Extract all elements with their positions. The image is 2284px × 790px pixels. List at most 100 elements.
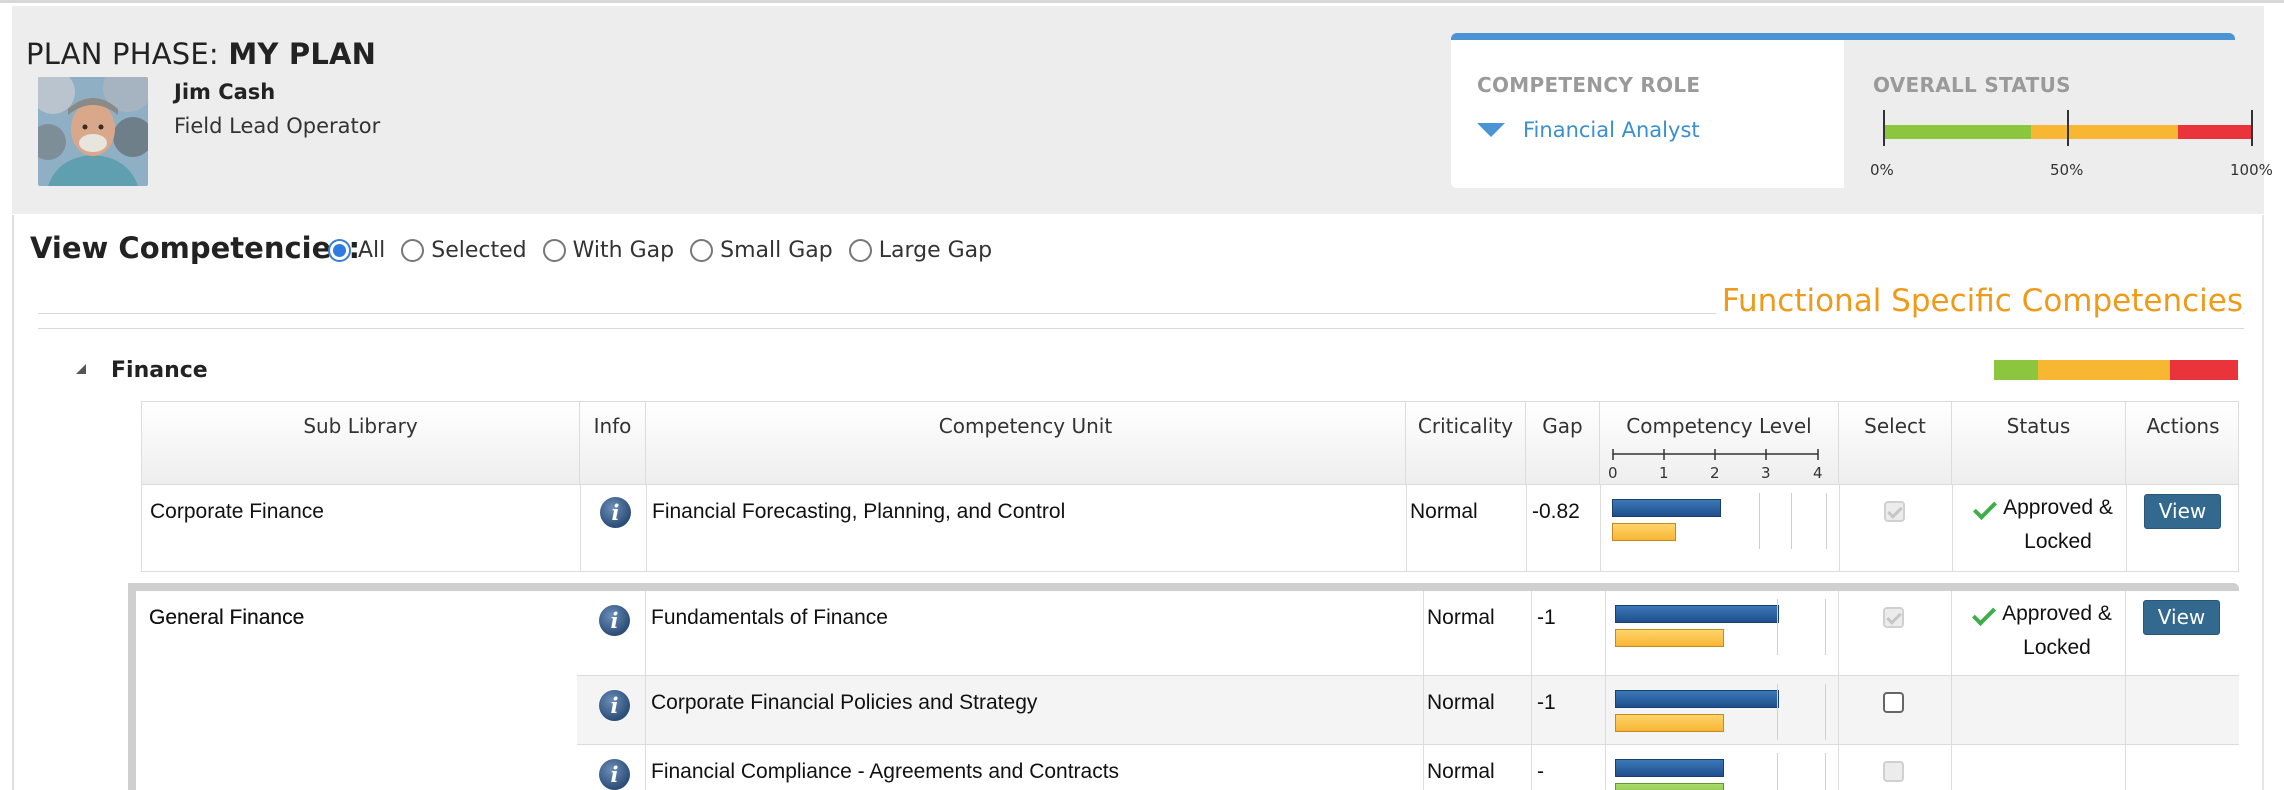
competency-unit-cell: Corporate Financial Policies and Strateg… <box>651 691 1038 714</box>
competency-role-dropdown[interactable]: Financial Analyst <box>1523 118 1700 142</box>
column-separator <box>646 485 647 571</box>
column-separator <box>1600 485 1601 571</box>
filter-with-gap-label: With Gap <box>572 237 675 263</box>
status-segment <box>2169 360 2238 380</box>
column-separator <box>1951 676 1952 744</box>
filter-small-gap-label: Small Gap <box>720 237 833 263</box>
sub-library-cell: Corporate Finance <box>150 500 324 523</box>
group-border <box>128 583 136 790</box>
info-icon[interactable]: i <box>599 759 630 790</box>
info-icon[interactable]: i <box>599 605 630 636</box>
filter-all-label: All <box>358 237 386 263</box>
level-gridline <box>1777 753 1778 790</box>
radio-all[interactable] <box>328 238 351 262</box>
tick-100 <box>2251 110 2253 146</box>
tick-label-0: 0% <box>1870 161 1894 179</box>
col-select: Select <box>1839 402 1952 486</box>
top-border <box>0 0 2284 5</box>
info-icon[interactable]: i <box>599 690 630 721</box>
current-level-bar <box>1615 714 1724 732</box>
level-scale <box>1612 449 1819 460</box>
competency-unit-cell: Fundamentals of Finance <box>651 606 888 629</box>
select-checkbox[interactable] <box>1883 692 1904 713</box>
table-row: i Corporate Financial Policies and Strate… <box>577 676 2239 745</box>
filter-large-gap-label: Large Gap <box>878 237 993 263</box>
column-separator <box>1839 485 1840 571</box>
criticality-cell: Normal <box>1410 500 1478 523</box>
chevron-down-icon[interactable] <box>1477 123 1505 137</box>
status-segment <box>2037 360 2170 380</box>
group-status-bar <box>1994 360 2238 380</box>
filter-large-gap[interactable]: Large Gap <box>848 237 993 263</box>
scale-label: 2 <box>1710 464 1720 482</box>
status-text-line2: Locked <box>2023 636 2091 659</box>
gap-cell: - <box>1537 760 1544 783</box>
column-separator <box>1531 676 1532 744</box>
current-level-bar <box>1615 783 1724 790</box>
scale-label: 1 <box>1659 464 1669 482</box>
column-separator <box>1526 485 1527 571</box>
column-separator <box>645 591 646 675</box>
column-separator <box>1605 745 1606 790</box>
col-competency-unit: Competency Unit <box>646 402 1406 486</box>
select-checkbox[interactable] <box>1883 761 1904 782</box>
view-button[interactable]: View <box>2144 494 2221 529</box>
column-separator <box>1531 591 1532 675</box>
table-row: Corporate Finance i Financial Forecasting,… <box>141 485 2239 572</box>
competency-role-label: COMPETENCY ROLE <box>1477 73 1701 97</box>
right-border <box>2262 215 2264 790</box>
column-separator <box>2125 676 2126 744</box>
filter-small-gap[interactable]: Small Gap <box>690 238 833 263</box>
filter-selected[interactable]: Selected <box>401 238 527 263</box>
tick-0 <box>1883 110 1885 146</box>
column-separator <box>1423 591 1424 675</box>
radio-large-gap[interactable] <box>848 238 872 262</box>
required-level-bar <box>1615 759 1724 777</box>
status-segment <box>2178 125 2252 139</box>
col-sub-library: Sub Library <box>142 402 580 486</box>
column-separator <box>2125 591 2126 675</box>
filter-all[interactable]: All <box>328 238 385 263</box>
view-button[interactable]: View <box>2143 600 2220 635</box>
plan-phase-prefix: PLAN PHASE: <box>26 37 229 71</box>
competency-unit-cell: Financial Forecasting, Planning, and Con… <box>652 500 1066 523</box>
column-separator <box>645 745 646 790</box>
sub-library-cell: General Finance <box>149 606 305 629</box>
table-row: General Finance i Fundamentals of Finance N… <box>149 591 2239 676</box>
column-separator <box>1531 745 1532 790</box>
required-level-bar <box>1612 499 1721 517</box>
column-separator <box>1838 676 1839 744</box>
col-info: Info <box>580 402 646 486</box>
plan-page: PLAN PHASE: MY PLAN Jim Cash Field Lead … <box>0 0 2284 790</box>
col-status: Status <box>1952 402 2126 486</box>
radio-with-gap[interactable] <box>542 238 566 262</box>
tick-50 <box>2067 110 2069 146</box>
column-separator <box>1423 745 1424 790</box>
user-name: Jim Cash <box>174 80 276 104</box>
criticality-cell: Normal <box>1427 760 1495 783</box>
select-checkbox[interactable] <box>1884 501 1905 522</box>
criticality-cell: Normal <box>1427 606 1495 629</box>
scale-label: 3 <box>1761 464 1771 482</box>
collapse-toggle-icon[interactable] <box>76 364 86 374</box>
status-segment <box>1884 125 2032 139</box>
overall-status-label: OVERALL STATUS <box>1873 73 2071 97</box>
section-title: Functional Specific Competencies <box>1715 283 2243 319</box>
column-separator <box>2125 745 2126 790</box>
criticality-cell: Normal <box>1427 691 1495 714</box>
column-separator <box>1406 485 1407 571</box>
level-gridline <box>1825 684 1826 740</box>
status-segment <box>1994 360 2038 380</box>
select-checkbox[interactable] <box>1883 607 1904 628</box>
status-text-line1: Approved & <box>2002 602 2112 625</box>
info-icon[interactable]: i <box>600 497 631 528</box>
competency-filter: All Selected With Gap Small Gap Large Ga… <box>328 235 1008 265</box>
radio-selected[interactable] <box>401 238 425 262</box>
radio-small-gap[interactable] <box>690 238 714 262</box>
filter-with-gap[interactable]: With Gap <box>542 237 675 263</box>
level-gridline <box>1826 493 1827 549</box>
column-separator <box>1838 745 1839 790</box>
level-gridline <box>1825 599 1826 655</box>
column-separator <box>645 676 646 744</box>
level-gridline <box>1759 493 1760 549</box>
